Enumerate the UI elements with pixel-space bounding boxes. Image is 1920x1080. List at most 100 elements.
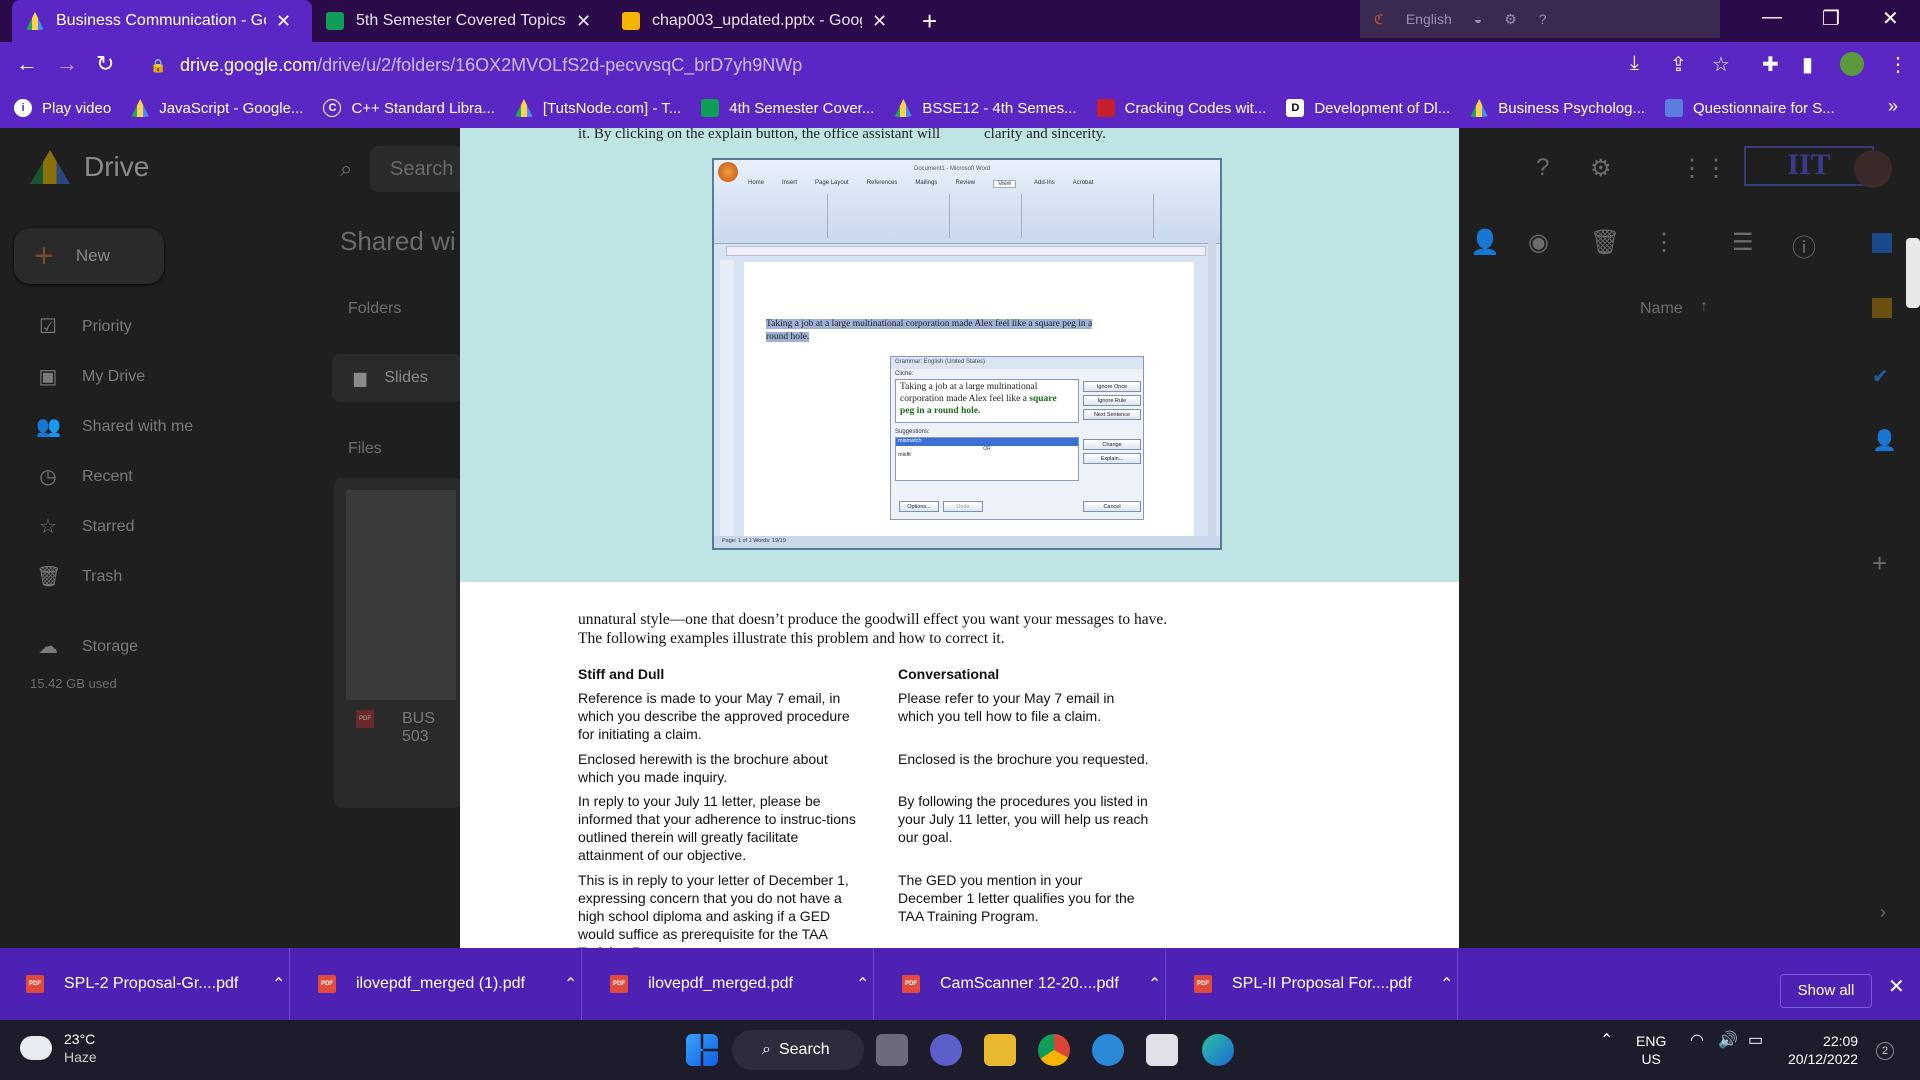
drive-search-input[interactable]: Search <box>370 146 464 192</box>
start-windows-icon[interactable] <box>686 1034 718 1066</box>
preview-eye-icon[interactable]: ◉ <box>1528 228 1549 257</box>
nav-priority[interactable]: ☑ Priority <box>36 314 132 339</box>
address-bar[interactable]: 🔒 drive.google.com/drive/u/2/folders/16O… <box>136 47 1596 83</box>
download-item[interactable]: PDF CamScanner 12-20....pdf ⌃ <box>876 948 1166 1020</box>
notification-badge[interactable]: 2 <box>1876 1042 1894 1060</box>
minimize-button[interactable]: — <box>1762 6 1782 29</box>
wifi-icon[interactable]: ◠ <box>1690 1032 1704 1050</box>
more-bookmarks-icon[interactable]: » <box>1888 96 1898 117</box>
details-info-icon[interactable]: ⓘ <box>1792 228 1816 263</box>
tab-business-communication[interactable]: Business Communication - Goog ✕ <box>12 0 312 42</box>
ime-help-icon[interactable]: ? <box>1539 11 1547 27</box>
weather-widget[interactable]: 23°C Haze <box>16 1030 97 1066</box>
taskbar-search[interactable]: ⌕ Search <box>732 1030 864 1070</box>
bookmark-play-video[interactable]: i Play video <box>14 99 111 117</box>
search-icon[interactable]: ⌕ <box>340 156 352 182</box>
list-view-icon[interactable]: ☰ <box>1732 228 1754 257</box>
new-button[interactable]: + New <box>14 228 164 284</box>
keep-icon[interactable] <box>1872 298 1892 318</box>
bookmark-4th-semester[interactable]: 4th Semester Cover... <box>701 99 874 117</box>
file-card[interactable]: PDF BUS 503 <box>334 478 462 808</box>
edge-icon[interactable] <box>1202 1034 1234 1066</box>
extensions-icon[interactable]: ✚ <box>1762 52 1779 77</box>
side-panel-icon[interactable]: ▮ <box>1802 52 1813 77</box>
profile-avatar[interactable] <box>1840 52 1864 76</box>
settings-icon[interactable]: ⚙ <box>1590 154 1612 183</box>
ime-settings-icon[interactable]: ⚙ <box>1504 11 1517 28</box>
share-person-icon[interactable]: 👤 <box>1470 228 1500 257</box>
volume-icon[interactable]: 🔊 <box>1718 1032 1738 1050</box>
sort-name-label[interactable]: Name <box>1640 300 1683 318</box>
chevron-up-icon[interactable]: ⌃ <box>1148 974 1161 994</box>
close-icon[interactable]: ✕ <box>276 11 291 32</box>
show-all-button[interactable]: Show all <box>1780 974 1872 1008</box>
grammar-dialog: Grammar: English (United States) Cliché:… <box>890 356 1144 520</box>
bookmark-javascript[interactable]: JavaScript - Google... <box>131 99 303 117</box>
download-item[interactable]: PDF SPL-2 Proposal-Gr....pdf ⌃ <box>0 948 290 1020</box>
drive-logo[interactable]: Drive <box>30 150 149 184</box>
delete-icon[interactable]: 🗑 <box>1590 228 1620 257</box>
apps-grid-icon[interactable]: ⋮⋮ <box>1680 154 1728 183</box>
chevron-up-icon[interactable]: ⌃ <box>564 974 577 994</box>
download-icon[interactable]: ⤓ <box>1630 52 1639 75</box>
bookmark-tutsnode[interactable]: [TutsNode.com] - T... <box>514 99 681 117</box>
chevron-up-icon[interactable]: ⌃ <box>856 974 869 994</box>
nav-trash[interactable]: 🗑 Trash <box>36 564 122 589</box>
bookmark-bsse12[interactable]: BSSE12 - 4th Semes... <box>894 99 1077 117</box>
tray-chevron-icon[interactable]: ⌃ <box>1600 1032 1613 1050</box>
task-view-icon[interactable] <box>876 1034 908 1066</box>
account-avatar[interactable] <box>1854 150 1892 188</box>
folder-slides[interactable]: ▆ Slides <box>332 354 462 402</box>
close-window-button[interactable]: ✕ <box>1882 6 1899 31</box>
clock[interactable]: 22:09 20/12/2022 <box>1788 1032 1858 1068</box>
bookmark-star-icon[interactable]: ☆ <box>1712 52 1730 77</box>
close-icon[interactable]: ✕ <box>872 11 887 32</box>
nav-recent[interactable]: ◷ Recent <box>36 464 132 489</box>
reload-button[interactable]: ↻ <box>96 51 114 77</box>
bookmark-questionnaire[interactable]: Questionnaire for S... <box>1664 99 1835 117</box>
bookmark-cracking-codes[interactable]: Cracking Codes wit... <box>1096 99 1266 117</box>
battery-icon[interactable]: ▭ <box>1748 1032 1763 1050</box>
sort-arrow-icon[interactable]: ↑ <box>1700 298 1708 316</box>
bookmark-cpp[interactable]: C C++ Standard Libra... <box>323 99 495 117</box>
help-app-icon[interactable] <box>1092 1034 1124 1066</box>
tasks-icon[interactable]: ✔ <box>1872 364 1889 389</box>
chevron-up-icon[interactable]: ⌃ <box>1440 974 1453 994</box>
expand-panel-icon[interactable]: › <box>1880 902 1886 923</box>
calendar-icon[interactable] <box>1872 233 1892 253</box>
new-tab-button[interactable]: + <box>922 6 937 37</box>
store-icon[interactable] <box>1146 1034 1178 1066</box>
nav-shared-with-me[interactable]: 👥 Shared with me <box>36 414 193 439</box>
bookmark-development[interactable]: D Development of Dl... <box>1286 99 1450 117</box>
chevron-up-icon[interactable]: ⌃ <box>272 974 285 994</box>
share-icon[interactable]: ⇪ <box>1670 52 1687 77</box>
download-item[interactable]: PDF ilovepdf_merged.pdf ⌃ <box>584 948 874 1020</box>
nav-my-drive[interactable]: ▣ My Drive <box>36 364 146 389</box>
chat-icon[interactable] <box>930 1034 962 1066</box>
back-button[interactable]: ← <box>16 51 38 77</box>
chrome-icon[interactable] <box>1038 1034 1070 1066</box>
forward-button[interactable]: → <box>56 51 78 77</box>
restore-button[interactable]: ❐ <box>1822 6 1840 31</box>
contacts-icon[interactable]: 👤 <box>1872 428 1897 453</box>
ime-mode-icon[interactable]: ◒ <box>1474 11 1482 27</box>
add-addon-icon[interactable]: + <box>1872 548 1887 579</box>
language-indicator[interactable]: ENG US <box>1636 1032 1666 1068</box>
download-name: SPL-2 Proposal-Gr....pdf <box>64 975 239 992</box>
bookmark-business-psychology[interactable]: Business Psycholog... <box>1470 99 1645 117</box>
lock-icon[interactable]: 🔒 <box>150 58 166 73</box>
close-downloads-icon[interactable]: ✕ <box>1888 974 1905 999</box>
download-item[interactable]: PDF ilovepdf_merged (1).pdf ⌃ <box>292 948 582 1020</box>
file-explorer-icon[interactable] <box>984 1034 1016 1066</box>
close-icon[interactable]: ✕ <box>576 11 591 32</box>
nav-starred[interactable]: ☆ Starred <box>36 514 134 539</box>
tab-chap003[interactable]: chap003_updated.pptx - Google ✕ <box>608 0 904 42</box>
tab-5th-semester[interactable]: 5th Semester Covered Topics - G ✕ <box>312 0 608 42</box>
more-actions-icon[interactable]: ⋮ <box>1652 228 1676 257</box>
nav-storage[interactable]: ☁ Storage <box>36 634 138 659</box>
scrollbar-thumb[interactable] <box>1906 238 1920 308</box>
help-icon[interactable]: ? <box>1536 154 1549 182</box>
download-item[interactable]: PDF SPL-II Proposal For....pdf ⌃ <box>1168 948 1458 1020</box>
menu-icon[interactable]: ⋮ <box>1888 52 1908 77</box>
ime-language[interactable]: English <box>1406 11 1452 27</box>
